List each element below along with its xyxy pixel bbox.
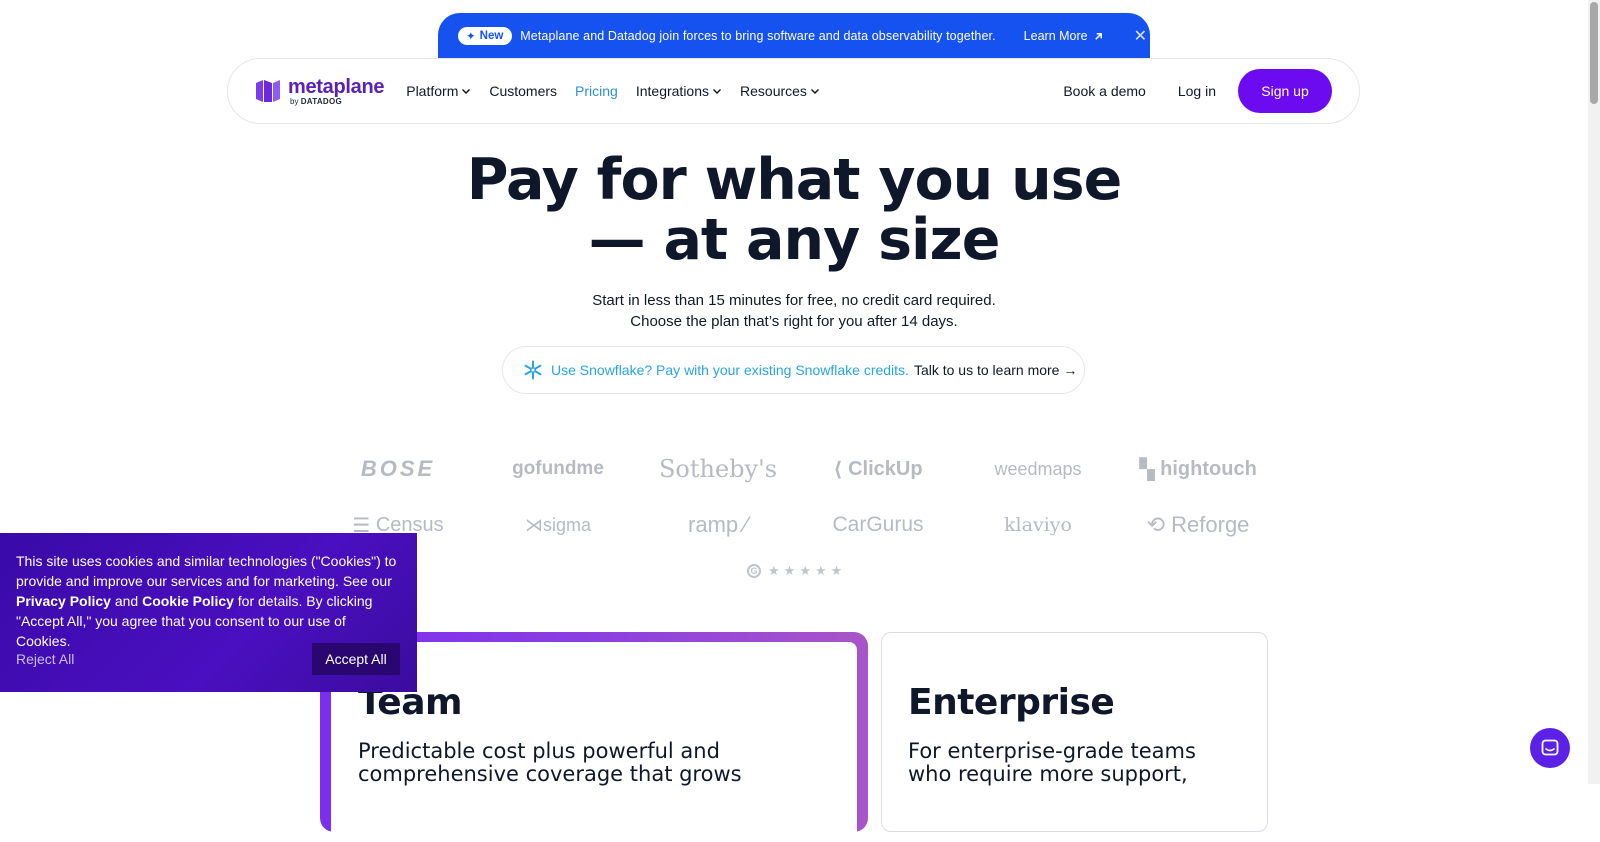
logo-weedmaps: weedmaps <box>994 458 1082 479</box>
metaplane-logo[interactable]: metaplane by DATADOG <box>254 75 385 106</box>
nav-integrations[interactable]: Integrations <box>636 83 722 99</box>
customer-logos: BOSE gofundme Sotheby's ⟨ ClickUp weedma… <box>318 455 1274 539</box>
logo-gofundme: gofundme <box>512 458 604 479</box>
snowflake-banner[interactable]: Use Snowflake? Pay with your existing Sn… <box>502 346 1085 394</box>
reject-all-button[interactable]: Reject All <box>16 649 74 669</box>
logo-by-text: by <box>290 96 299 106</box>
reforge-icon: ⟲ <box>1146 512 1166 537</box>
cookie-text: This site uses cookies and similar techn… <box>16 551 401 651</box>
enterprise-plan-description: For enterprise-grade teams who require m… <box>908 740 1196 786</box>
privacy-policy-link[interactable]: Privacy Policy <box>16 593 111 609</box>
star-icon: ★ <box>814 563 827 578</box>
nav-pricing-label: Pricing <box>575 83 618 99</box>
signup-button[interactable]: Sign up <box>1238 69 1332 113</box>
title-line-2: — at any size <box>588 207 1001 273</box>
announcement-text: Metaplane and Datadog join forces to bri… <box>520 29 996 43</box>
nav-customers-label: Customers <box>489 83 558 99</box>
page-title: Pay for what you use — at any size <box>0 150 1588 270</box>
g2-icon: G <box>747 564 761 578</box>
logo-reforge: ⟲ Reforge <box>1118 511 1278 539</box>
logo-byline: by DATADOG <box>290 96 384 106</box>
sigma-icon: ⋊ <box>524 514 543 535</box>
logo-sigma-text: sigma <box>542 514 591 535</box>
cookie-text-part-1: This site uses cookies and similar techn… <box>16 553 397 589</box>
star-icon: ★ <box>830 563 843 578</box>
nav-resources[interactable]: Resources <box>740 83 820 99</box>
snowflake-highlight: Use Snowflake? Pay with your existing Sn… <box>551 362 909 378</box>
enterprise-plan-card <box>881 632 1268 832</box>
nav-platform-label: Platform <box>406 83 459 99</box>
hightouch-icon: ▚ <box>1139 458 1155 481</box>
logo-clickup: ⟨ ClickUp <box>798 455 958 483</box>
title-line-1: Pay for what you use <box>466 147 1123 213</box>
chevron-down-icon <box>810 89 819 94</box>
logo-klaviyo: klaviyo <box>1004 514 1072 536</box>
new-badge: ✦ New <box>458 27 513 45</box>
announcement-bar: ✦ New Metaplane and Datadog join forces … <box>438 13 1150 59</box>
accept-all-button[interactable]: Accept All <box>312 643 400 675</box>
cookie-text-part-2: and <box>110 593 143 609</box>
logo-brand-text: DATADOG <box>300 96 343 106</box>
chat-launcher-button[interactable] <box>1530 728 1570 768</box>
nav-platform[interactable]: Platform <box>406 83 471 99</box>
team-desc-line-1: Predictable cost plus powerful and <box>358 739 720 763</box>
star-icon: ★ <box>768 563 780 578</box>
page-scrollbar[interactable] <box>1588 0 1600 784</box>
team-desc-line-2: comprehensive coverage that grows <box>358 762 742 786</box>
learn-more-link[interactable]: Learn More <box>1024 29 1104 43</box>
nav-customers[interactable]: Customers <box>489 83 557 99</box>
ramp-icon: ⁄ <box>744 512 748 537</box>
enterprise-plan-title: Enterprise <box>908 682 1115 723</box>
subtitle-line-2: Choose the plan that’s right for you aft… <box>630 313 958 330</box>
chevron-down-icon <box>713 89 722 94</box>
enterprise-desc-line-1: For enterprise-grade teams <box>908 739 1196 763</box>
logo-sothebys: Sotheby's <box>658 455 778 483</box>
nav-integrations-label: Integrations <box>635 83 710 99</box>
chat-icon <box>1541 739 1559 756</box>
hero-subtitle: Start in less than 15 minutes for free, … <box>0 290 1588 332</box>
g2-rating: G ★ ★ ★ ★ ★ <box>747 563 842 579</box>
clickup-icon: ⟨ <box>833 458 843 481</box>
book-demo-link[interactable]: Book a demo <box>1063 83 1146 99</box>
close-icon[interactable]: ✕ <box>1134 26 1147 46</box>
cookie-banner: This site uses cookies and similar techn… <box>0 533 417 692</box>
logo-hightouch: ▚ hightouch <box>1118 455 1278 483</box>
logo-reforge-text: Reforge <box>1171 512 1250 537</box>
logo-ramp: ramp ⁄ <box>638 511 798 539</box>
chevron-down-icon <box>462 89 471 94</box>
logo-hightouch-text: hightouch <box>1160 457 1257 480</box>
login-link[interactable]: Log in <box>1178 83 1216 99</box>
logo-ramp-text: ramp <box>688 512 739 537</box>
nav-resources-label: Resources <box>740 83 807 99</box>
logo-bose: BOSE <box>360 456 436 481</box>
star-icon: ★ <box>799 563 811 578</box>
team-plan-description: Predictable cost plus powerful and compr… <box>358 740 742 786</box>
metaplane-logo-icon <box>256 80 280 102</box>
snowflake-cta: Talk to us to learn more → <box>913 362 1078 378</box>
star-icon: ★ <box>783 563 796 578</box>
snowflake-icon <box>524 360 542 380</box>
enterprise-desc-line-2: who require more support, <box>908 762 1188 786</box>
sparkle-icon: ✦ <box>466 31 476 43</box>
nav-pricing[interactable]: Pricing <box>575 83 618 99</box>
subtitle-line-1: Start in less than 15 minutes for free, … <box>592 292 996 309</box>
new-badge-label: New <box>479 30 504 42</box>
learn-more-label: Learn More <box>1023 29 1088 43</box>
logo-cargurus: CarGurus <box>832 513 924 536</box>
logo-wordmark: metaplane <box>288 75 385 98</box>
arrow-up-right-icon <box>1094 32 1102 40</box>
logo-clickup-text: ClickUp <box>848 457 923 480</box>
logo-sigma: ⋊ sigma <box>478 511 638 539</box>
scrollbar-thumb[interactable] <box>1590 2 1598 104</box>
main-nav: metaplane by DATADOG Platform Customers … <box>227 58 1360 124</box>
cookie-policy-link[interactable]: Cookie Policy <box>142 593 234 609</box>
